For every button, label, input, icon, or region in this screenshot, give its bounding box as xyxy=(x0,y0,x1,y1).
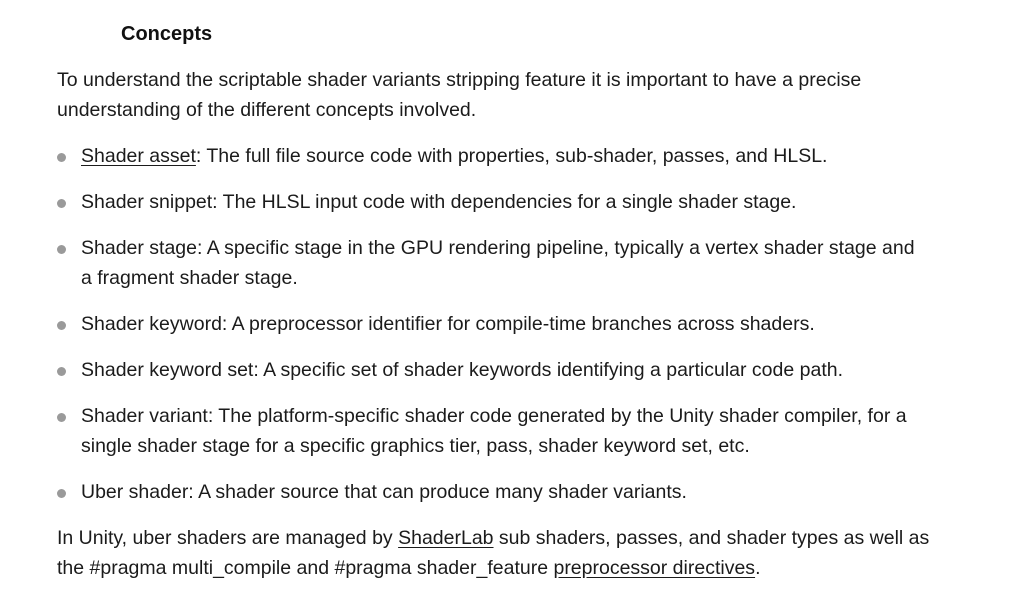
list-item-text: Shader variant: The platform-specific sh… xyxy=(81,405,907,457)
list-item-text: Shader keyword: A preprocessor identifie… xyxy=(81,313,815,335)
list-item-shader-snippet: Shader snippet: The HLSL input code with… xyxy=(57,187,957,217)
shaderlab-link[interactable]: ShaderLab xyxy=(398,527,493,549)
bullet-icon xyxy=(57,245,66,254)
section-heading: Concepts xyxy=(121,23,213,45)
list-item-text: Shader snippet: The HLSL input code with… xyxy=(81,191,797,213)
bullet-icon xyxy=(57,153,66,162)
outro-text: In Unity, uber shaders are managed by xyxy=(57,527,399,549)
outro-text: . xyxy=(755,557,761,579)
preprocessor-directives-link[interactable]: preprocessor directives xyxy=(553,557,755,579)
list-item-shader-asset: Shader asset: The full file source code … xyxy=(57,141,957,171)
list-item-text: Shader stage: A specific stage in the GP… xyxy=(81,237,915,289)
list-item-text: : The full file source code with propert… xyxy=(195,145,828,167)
concepts-list: Shader asset: The full file source code … xyxy=(57,141,957,523)
list-item-shader-variant: Shader variant: The platform-specific sh… xyxy=(57,401,957,461)
shader-asset-link[interactable]: Shader asset xyxy=(81,145,196,167)
list-item-shader-stage: Shader stage: A specific stage in the GP… xyxy=(57,233,957,293)
list-item-shader-keyword-set: Shader keyword set: A specific set of sh… xyxy=(57,355,957,385)
list-item-text: Shader keyword set: A specific set of sh… xyxy=(81,359,843,381)
list-item-uber-shader: Uber shader: A shader source that can pr… xyxy=(57,477,957,507)
bullet-icon xyxy=(57,489,66,498)
bullet-icon xyxy=(57,413,66,422)
bullet-icon xyxy=(57,367,66,376)
documentation-page: Concepts To understand the scriptable sh… xyxy=(0,0,1017,612)
list-item-text: Uber shader: A shader source that can pr… xyxy=(81,481,687,503)
bullet-icon xyxy=(57,199,66,208)
outro-paragraph: In Unity, uber shaders are managed by Sh… xyxy=(57,523,957,583)
intro-paragraph: To understand the scriptable shader vari… xyxy=(57,69,862,121)
list-item-shader-keyword: Shader keyword: A preprocessor identifie… xyxy=(57,309,957,339)
bullet-icon xyxy=(57,321,66,330)
